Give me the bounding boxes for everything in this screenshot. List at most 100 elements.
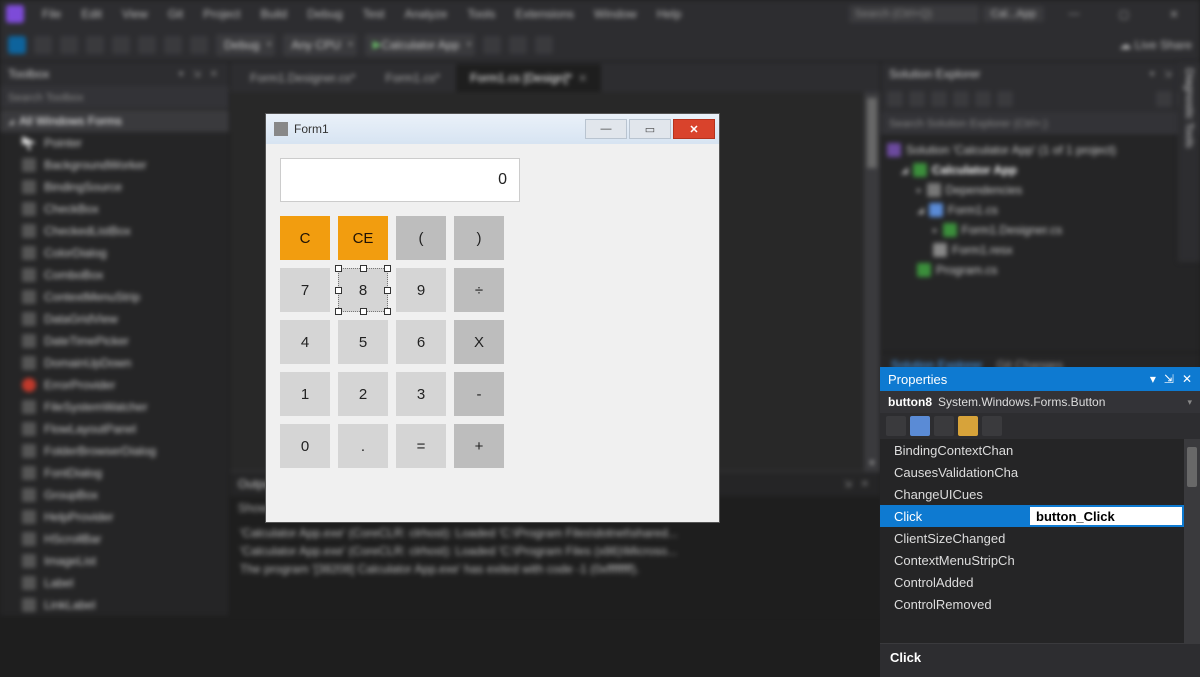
nav-back-icon[interactable] bbox=[8, 36, 26, 54]
alphabetical-icon[interactable] bbox=[910, 416, 930, 436]
calc-button-rparen[interactable]: ) bbox=[454, 216, 504, 260]
platform-select[interactable]: Any CPU bbox=[283, 34, 356, 56]
calc-button-ce[interactable]: CE bbox=[338, 216, 388, 260]
window-maximize-icon[interactable]: ▢ bbox=[1104, 5, 1144, 24]
toolbox-item[interactable]: CheckBox bbox=[0, 198, 229, 220]
collapse-icon[interactable] bbox=[953, 91, 969, 107]
toolbox-item[interactable]: GroupBox bbox=[0, 484, 229, 506]
calc-button-5[interactable]: 5 bbox=[338, 320, 388, 364]
toolbox-item[interactable]: FontDialog bbox=[0, 462, 229, 484]
calc-button-eq[interactable]: = bbox=[396, 424, 446, 468]
calc-button-c[interactable]: C bbox=[280, 216, 330, 260]
toolbox-item[interactable]: BackgroundWorker bbox=[0, 154, 229, 176]
menu-item[interactable]: Debug bbox=[299, 4, 350, 24]
form-designer-window[interactable]: Form1 — ▭ ✕ 0 C CE ( ) 7 8 9 ÷ 4 5 6 X 1… bbox=[265, 113, 720, 523]
scrollbar-thumb[interactable] bbox=[867, 98, 877, 168]
window-close-icon[interactable]: ✕ bbox=[1154, 5, 1194, 24]
toolbox-item[interactable]: HScrollBar bbox=[0, 528, 229, 550]
solution-badge[interactable]: Cal...App bbox=[983, 6, 1044, 22]
doc-tab[interactable]: Form1.cs* bbox=[371, 64, 454, 92]
panel-controls[interactable]: ⇲ ✕ bbox=[843, 479, 872, 490]
toolbox-item[interactable]: DomainUpDown bbox=[0, 352, 229, 374]
window-minimize-icon[interactable]: — bbox=[1054, 5, 1094, 23]
menu-item[interactable]: Test bbox=[355, 4, 393, 24]
event-name[interactable]: CausesValidationCha bbox=[880, 465, 1030, 480]
global-search[interactable]: Search (Ctrl+Q) bbox=[849, 5, 979, 23]
toolbox-search[interactable]: Search Toolbox bbox=[0, 86, 229, 110]
save-icon[interactable] bbox=[112, 36, 130, 54]
doc-tab[interactable]: Form1.Designer.cs* bbox=[236, 64, 369, 92]
calc-display[interactable]: 0 bbox=[280, 158, 520, 202]
menu-item[interactable]: Window bbox=[586, 4, 645, 24]
showall-icon[interactable] bbox=[975, 91, 991, 107]
event-name[interactable]: ChangeUICues bbox=[880, 487, 1030, 502]
tab-close-icon[interactable]: ✕ bbox=[578, 72, 587, 85]
project-node[interactable]: ◢Calculator App bbox=[887, 160, 1194, 180]
properties-icon[interactable] bbox=[934, 416, 954, 436]
event-handler-input[interactable]: button_Click bbox=[1030, 507, 1182, 525]
calc-button-lparen[interactable]: ( bbox=[396, 216, 446, 260]
home-icon[interactable] bbox=[887, 91, 903, 107]
dropdown-icon[interactable]: ▾ bbox=[1150, 372, 1156, 386]
toolbox-item[interactable]: CheckedListBox bbox=[0, 220, 229, 242]
toolbox-item[interactable]: ContextMenuStrip bbox=[0, 286, 229, 308]
calc-button-div[interactable]: ÷ bbox=[454, 268, 504, 312]
toolbox-item[interactable]: DataGridView bbox=[0, 308, 229, 330]
properties-scrollbar[interactable] bbox=[1184, 439, 1200, 643]
calc-button-8[interactable]: 8 bbox=[338, 268, 388, 312]
solution-root[interactable]: Solution 'Calculator App' (1 of 1 projec… bbox=[887, 140, 1194, 160]
doc-tab-active[interactable]: Form1.cs [Design]*✕ bbox=[456, 64, 601, 92]
menu-item[interactable]: File bbox=[34, 4, 69, 24]
menu-item[interactable]: Build bbox=[253, 4, 296, 24]
menu-item[interactable]: Edit bbox=[73, 4, 110, 24]
toolbox-item[interactable]: ComboBox bbox=[0, 264, 229, 286]
calc-button-9[interactable]: 9 bbox=[396, 268, 446, 312]
toolbox-item[interactable]: DateTimePicker bbox=[0, 330, 229, 352]
messages-icon[interactable] bbox=[982, 416, 1002, 436]
refresh-icon[interactable] bbox=[931, 91, 947, 107]
event-name[interactable]: BindingContextChan bbox=[880, 443, 1030, 458]
calc-button-2[interactable]: 2 bbox=[338, 372, 388, 416]
pin-icon[interactable]: ⇲ bbox=[1164, 372, 1174, 386]
toolbox-group[interactable]: All Windows Forms bbox=[0, 110, 229, 132]
toolbox-item[interactable]: FolderBrowserDialog bbox=[0, 440, 229, 462]
calc-button-7[interactable]: 7 bbox=[280, 268, 330, 312]
designer-scrollbar[interactable]: ▴ ▾ bbox=[864, 92, 880, 471]
toolbox-item[interactable]: HelpProvider bbox=[0, 506, 229, 528]
events-icon[interactable] bbox=[958, 416, 978, 436]
toolbox-item[interactable]: Pointer bbox=[0, 132, 229, 154]
calc-button-dot[interactable]: . bbox=[338, 424, 388, 468]
tree-node[interactable]: Program.cs bbox=[887, 260, 1194, 280]
nav-fwd-icon[interactable] bbox=[34, 36, 52, 54]
close-icon[interactable]: ✕ bbox=[1182, 372, 1192, 386]
form-close-button[interactable]: ✕ bbox=[673, 119, 715, 139]
calc-button-6[interactable]: 6 bbox=[396, 320, 446, 364]
calc-button-3[interactable]: 3 bbox=[396, 372, 446, 416]
properties-object-select[interactable]: button8System.Windows.Forms.Button bbox=[880, 391, 1200, 413]
categorized-icon[interactable] bbox=[886, 416, 906, 436]
start-debug-button[interactable]: ▶ Calculator App bbox=[365, 34, 476, 56]
calc-button-mul[interactable]: X bbox=[454, 320, 504, 364]
menu-item[interactable]: Extensions bbox=[507, 4, 582, 24]
event-name[interactable]: ControlAdded bbox=[880, 575, 1030, 590]
toolbox-item[interactable]: FileSystemWatcher bbox=[0, 396, 229, 418]
toolbox-item[interactable]: FlowLayoutPanel bbox=[0, 418, 229, 440]
toolbox-item[interactable]: ImageList bbox=[0, 550, 229, 572]
diagnostic-tools-rail[interactable]: Diagnostic Tools bbox=[1178, 62, 1200, 262]
calc-button-add[interactable]: + bbox=[454, 424, 504, 468]
solution-search[interactable]: Search Solution Explorer (Ctrl+;) bbox=[881, 112, 1200, 136]
tree-node[interactable]: Form1.resx bbox=[887, 240, 1194, 260]
calc-button-sub[interactable]: - bbox=[454, 372, 504, 416]
event-name[interactable]: ClientSizeChanged bbox=[880, 531, 1030, 546]
scroll-down-icon[interactable]: ▾ bbox=[864, 455, 880, 471]
event-row-selected[interactable]: Clickbutton_Click bbox=[880, 505, 1200, 527]
toolbox-item[interactable]: ErrorProvider bbox=[0, 374, 229, 396]
menu-item[interactable]: Project bbox=[195, 4, 248, 24]
tree-node[interactable]: ◢Form1.cs bbox=[887, 200, 1194, 220]
calc-button-1[interactable]: 1 bbox=[280, 372, 330, 416]
open-icon[interactable] bbox=[86, 36, 104, 54]
menu-item[interactable]: Git bbox=[160, 4, 191, 24]
output-body[interactable]: 'Calculator App.exe' (CoreCLR: clrhost):… bbox=[230, 520, 880, 582]
tree-node[interactable]: ▸Dependencies bbox=[887, 180, 1194, 200]
calc-button-4[interactable]: 4 bbox=[280, 320, 330, 364]
